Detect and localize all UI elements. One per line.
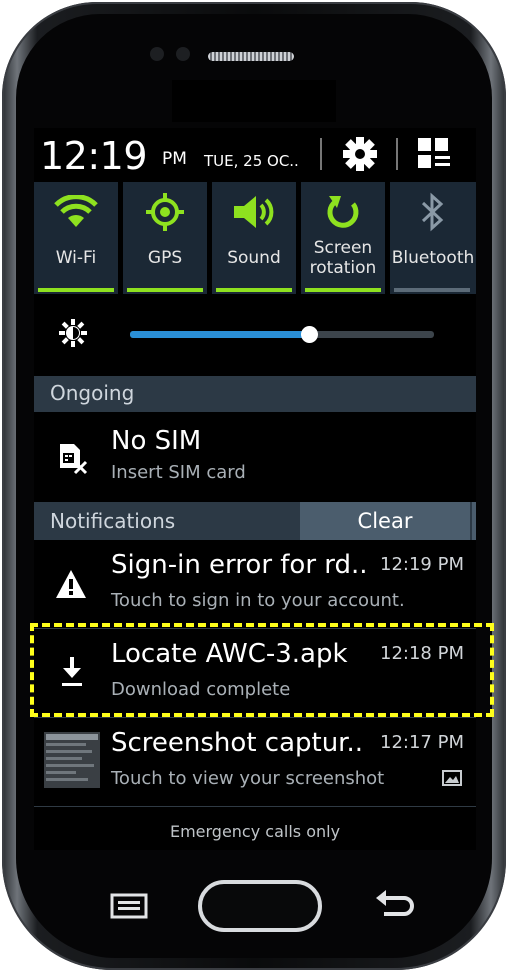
date-label: TUE, 25 OC.. — [204, 152, 299, 170]
menu-key-icon[interactable] — [110, 893, 148, 919]
divider — [34, 717, 476, 718]
highlight-box — [30, 623, 494, 717]
notifications-header-label: Notifications — [50, 509, 176, 533]
divider — [320, 138, 322, 170]
sensor-icon — [150, 47, 164, 61]
gps-icon — [146, 193, 184, 231]
tile-gps[interactable]: GPS — [123, 182, 207, 294]
tile-bluetooth[interactable]: Bluetooth — [390, 182, 476, 294]
notification-subtitle: Touch to sign in to your account. — [111, 590, 405, 611]
back-key-icon[interactable] — [374, 888, 416, 922]
redaction-block — [172, 80, 336, 122]
wifi-icon — [54, 195, 98, 227]
notification-screenshot[interactable]: Screenshot captur.. Touch to view your s… — [34, 720, 476, 806]
no-sim-icon — [60, 444, 88, 475]
earpiece-speaker — [208, 52, 294, 61]
tile-active-indicator — [305, 288, 381, 292]
divider — [396, 138, 398, 170]
tile-sound[interactable]: Sound — [212, 182, 296, 294]
ongoing-header: Ongoing — [34, 376, 476, 412]
divider — [34, 806, 476, 807]
brightness-row — [34, 298, 476, 370]
notification-time: 12:19 PM — [380, 554, 464, 575]
warning-icon — [56, 570, 86, 598]
notification-subtitle: Insert SIM card — [111, 462, 246, 483]
bluetooth-icon — [421, 192, 444, 232]
tile-wifi[interactable]: Wi-Fi — [34, 182, 118, 294]
notification-time: 12:17 PM — [380, 732, 464, 753]
tile-active-indicator — [127, 288, 203, 292]
image-icon — [442, 770, 462, 786]
ongoing-header-label: Ongoing — [50, 381, 135, 405]
screenshot-thumbnail — [44, 732, 100, 788]
tile-screen-rotation[interactable]: Screen rotation — [301, 182, 385, 294]
notification-signin-error[interactable]: Sign-in error for rd.. Touch to sign in … — [34, 542, 476, 628]
tile-active-indicator — [38, 288, 114, 292]
tile-rotation-label-1: Screen — [313, 238, 373, 258]
tile-inactive-indicator — [394, 288, 470, 292]
status-bar: 12:19 PM TUE, 25 OC.. — [34, 128, 476, 180]
notification-title: Screenshot captur.. — [111, 728, 364, 758]
tile-bluetooth-label: Bluetooth — [391, 248, 475, 268]
sound-icon — [234, 196, 274, 228]
notifications-header: Notifications Clear — [34, 502, 476, 540]
home-button[interactable] — [198, 880, 322, 932]
camera-icon — [176, 47, 190, 61]
tile-wifi-label: Wi-Fi — [55, 248, 97, 268]
brightness-slider-track[interactable] — [130, 326, 434, 343]
notification-title: No SIM — [111, 426, 202, 456]
brightness-slider-thumb[interactable] — [301, 326, 318, 343]
notification-panel: 12:19 PM TUE, 25 OC.. Wi-Fi GPS Sound Sc… — [34, 128, 476, 850]
clear-button[interactable]: Clear — [300, 502, 470, 540]
emergency-calls-label: Emergency calls only — [169, 822, 341, 841]
tile-sound-label: Sound — [227, 248, 281, 268]
settings-gear-icon[interactable] — [340, 136, 380, 172]
clock-time: 12:19 — [40, 134, 148, 178]
brightness-icon — [59, 319, 87, 347]
notification-subtitle: Touch to view your screenshot — [111, 768, 385, 789]
tile-active-indicator — [216, 288, 292, 292]
tile-rotation-label-2: rotation — [309, 258, 377, 278]
rotation-icon — [327, 196, 359, 228]
quick-settings-grid-icon[interactable] — [418, 138, 454, 172]
tile-gps-label: GPS — [147, 248, 183, 268]
notification-title: Sign-in error for rd.. — [111, 550, 368, 580]
quick-settings-row: Wi-Fi GPS Sound Screen rotation Bluetoot… — [34, 182, 476, 296]
divider — [472, 502, 476, 540]
notification-no-sim[interactable]: No SIM Insert SIM card — [34, 418, 476, 504]
clock-ampm: PM — [162, 149, 187, 169]
brightness-slider-fill — [130, 331, 309, 338]
